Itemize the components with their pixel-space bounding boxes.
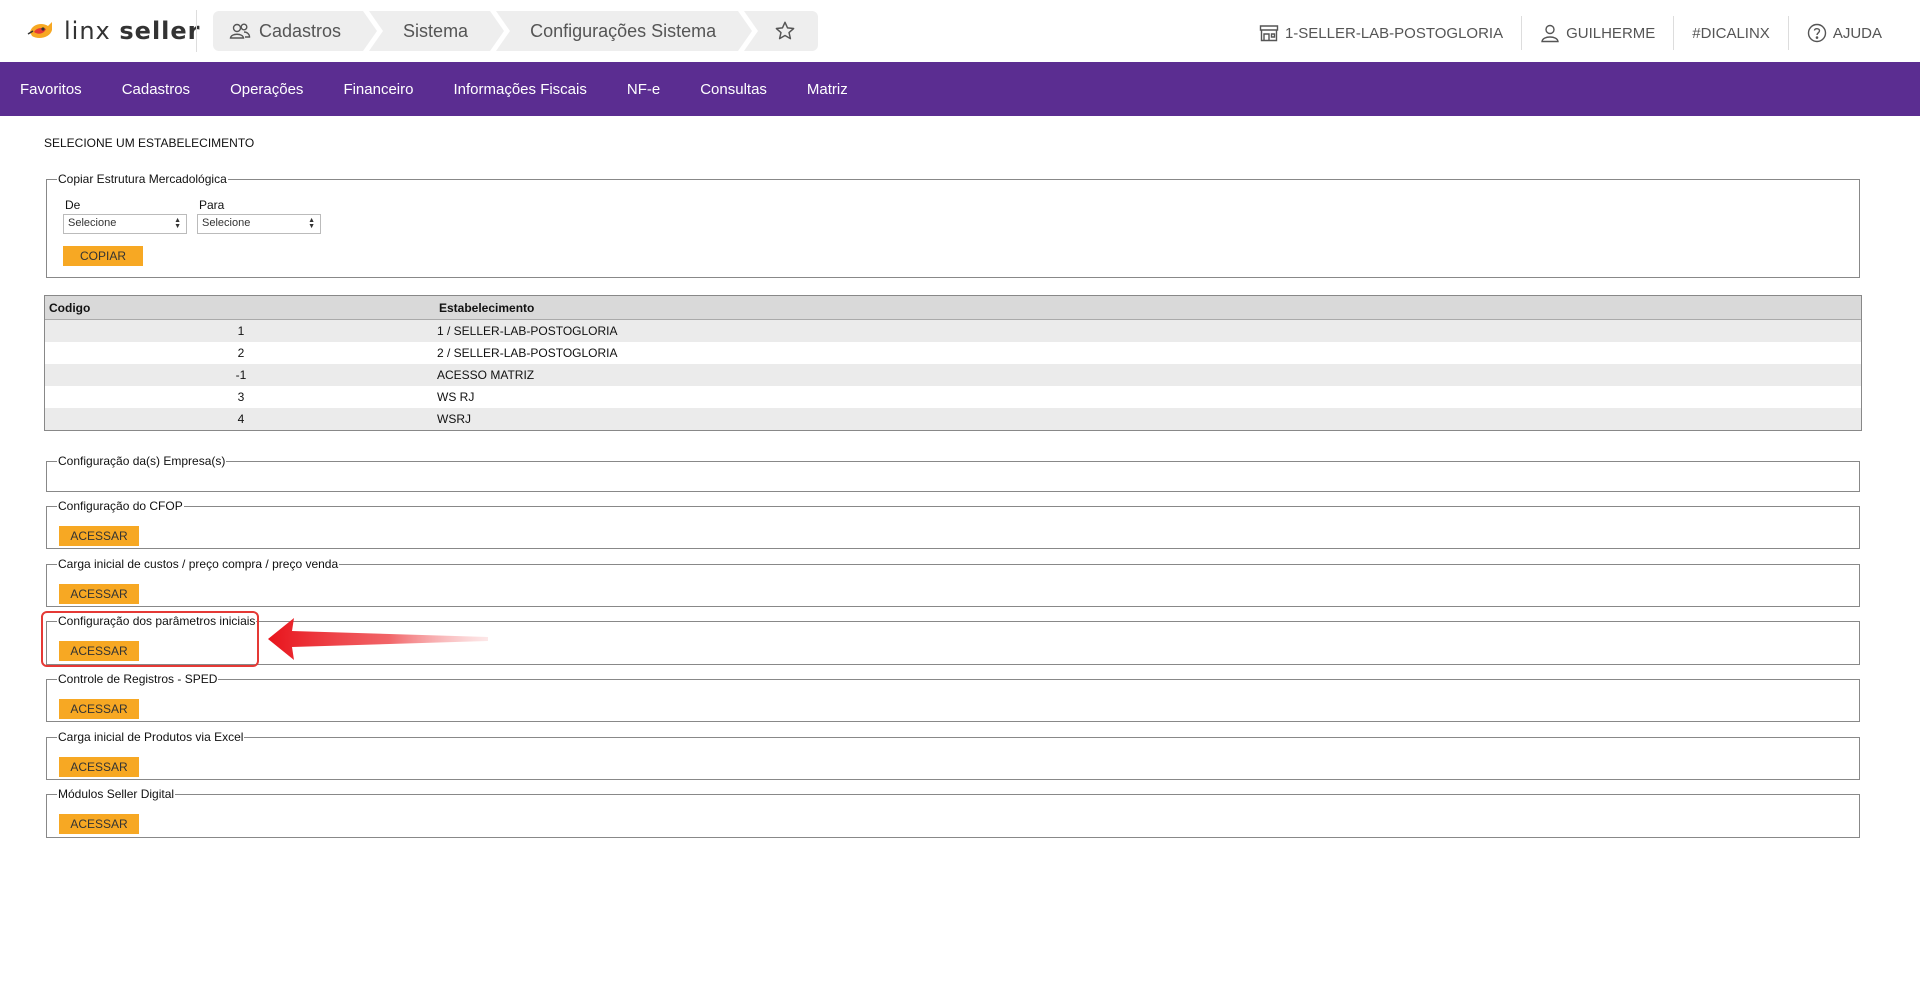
seller-digital-access-button[interactable]: ACESSAR xyxy=(59,814,139,834)
column-header-estabelecimento[interactable]: Estabelecimento xyxy=(439,301,534,315)
from-field: De Selecione ▲ ▼ xyxy=(63,198,187,234)
breadcrumb-label: Cadastros xyxy=(259,20,342,41)
cell-code: 4 xyxy=(237,412,245,426)
logo-text-bold: seller xyxy=(119,17,201,45)
select-arrows-icon: ▲ ▼ xyxy=(174,217,181,230)
table-row[interactable]: 2 2 / SELLER-LAB-POSTOGLORIA xyxy=(45,342,1861,364)
dicalinx-link[interactable]: #DICALINX xyxy=(1674,18,1788,48)
table-row[interactable]: 3 WS RJ xyxy=(45,386,1861,408)
store-icon xyxy=(1259,24,1279,42)
breadcrumb-sistema[interactable]: Sistema xyxy=(369,11,505,51)
section-legend: Carga inicial de Produtos via Excel xyxy=(58,730,244,744)
cfop-access-button[interactable]: ACESSAR xyxy=(59,526,139,546)
app-header: linx seller Cadastros Sistema Configuraç… xyxy=(0,0,1920,62)
table-header: Codigo Estabelecimento xyxy=(45,296,1861,320)
users-icon xyxy=(229,22,251,40)
logo-text: linx seller xyxy=(64,17,201,45)
cell-code: 2 xyxy=(237,346,245,360)
nav-item-nfe[interactable]: NF-e xyxy=(627,81,660,98)
cost-load-access-button[interactable]: ACESSAR xyxy=(59,584,139,604)
user-menu[interactable]: GUILHERME xyxy=(1522,18,1673,48)
table-row[interactable]: -1 ACESSO MATRIZ xyxy=(45,364,1861,386)
cell-name: WSRJ xyxy=(437,412,471,426)
annotation-highlight-box xyxy=(41,611,259,667)
excel-products-section: Carga inicial de Produtos via Excel ACES… xyxy=(46,730,1860,780)
from-select-value: Selecione xyxy=(68,217,117,229)
section-legend: Carga inicial de custos / preço compra /… xyxy=(58,557,339,571)
to-label: Para xyxy=(199,198,225,212)
nav-item-informacoes-fiscais[interactable]: Informações Fiscais xyxy=(453,81,586,98)
nav-item-consultas[interactable]: Consultas xyxy=(700,81,767,98)
section-legend: Configuração da(s) Empresa(s) xyxy=(58,454,226,468)
section-legend: Módulos Seller Digital xyxy=(58,787,175,801)
nav-item-cadastros[interactable]: Cadastros xyxy=(122,81,190,98)
copy-button[interactable]: COPIAR xyxy=(63,246,143,266)
column-header-codigo[interactable]: Codigo xyxy=(45,301,439,315)
to-field: Para Selecione ▲ ▼ xyxy=(197,198,321,234)
section-legend: Copiar Estrutura Mercadológica xyxy=(58,172,227,186)
help-label: AJUDA xyxy=(1832,24,1882,42)
cell-name: 2 / SELLER-LAB-POSTOGLORIA xyxy=(437,346,618,360)
excel-access-button[interactable]: ACESSAR xyxy=(59,757,139,777)
sped-control-section: Controle de Registros - SPED ACESSAR xyxy=(46,672,1860,722)
header-actions: 1-SELLER-LAB-POSTOGLORIA GUILHERME #DICA… xyxy=(1241,16,1900,50)
main-nav: Favoritos Cadastros Operações Financeiro… xyxy=(0,62,1920,116)
from-select[interactable]: Selecione ▲ ▼ xyxy=(63,214,187,234)
cell-code: 1 xyxy=(237,324,245,338)
annotation-arrow-icon xyxy=(268,616,490,666)
copy-fields: De Selecione ▲ ▼ Para Selecione ▲ ▼ xyxy=(63,198,331,234)
cell-code: -1 xyxy=(235,368,247,382)
user-label: GUILHERME xyxy=(1566,24,1656,42)
nav-item-favoritos[interactable]: Favoritos xyxy=(20,81,82,98)
linx-seller-logo[interactable]: linx seller xyxy=(26,16,201,46)
nav-item-operacoes[interactable]: Operações xyxy=(230,81,303,98)
breadcrumb-cadastros[interactable]: Cadastros xyxy=(213,11,378,51)
logo-icon xyxy=(26,18,56,44)
select-arrows-icon: ▲ ▼ xyxy=(308,217,315,230)
cost-load-section: Carga inicial de custos / preço compra /… xyxy=(46,557,1860,607)
table-row[interactable]: 1 1 / SELLER-LAB-POSTOGLORIA xyxy=(45,320,1861,342)
seller-digital-section: Módulos Seller Digital ACESSAR xyxy=(46,787,1860,838)
favorite-button[interactable] xyxy=(744,11,819,51)
cfop-config-section: Configuração do CFOP ACESSAR xyxy=(46,499,1860,549)
section-legend: Controle de Registros - SPED xyxy=(58,672,218,686)
dicalinx-label: #DICALINX xyxy=(1692,24,1770,42)
table-body: 1 1 / SELLER-LAB-POSTOGLORIA 2 2 / SELLE… xyxy=(45,320,1861,430)
to-select[interactable]: Selecione ▲ ▼ xyxy=(197,214,321,234)
nav-item-financeiro[interactable]: Financeiro xyxy=(343,81,413,98)
nav-item-matriz[interactable]: Matriz xyxy=(807,81,848,98)
help-link[interactable]: AJUDA xyxy=(1789,18,1900,48)
logo-text-light: linx xyxy=(64,17,111,45)
company-config-section: Configuração da(s) Empresa(s) xyxy=(46,454,1860,492)
table-row[interactable]: 4 WSRJ xyxy=(45,408,1861,430)
help-icon xyxy=(1807,23,1827,43)
header-divider xyxy=(196,10,197,52)
to-select-value: Selecione xyxy=(202,217,251,229)
cell-code: 3 xyxy=(237,390,245,404)
cell-name: 1 / SELLER-LAB-POSTOGLORIA xyxy=(437,324,618,338)
cell-name: WS RJ xyxy=(437,390,475,404)
establishment-table: Codigo Estabelecimento 1 1 / SELLER-LAB-… xyxy=(44,295,1862,431)
breadcrumb-configuracoes-sistema[interactable]: Configurações Sistema xyxy=(496,11,753,51)
copy-structure-section: Copiar Estrutura Mercadológica De Seleci… xyxy=(46,172,1860,278)
user-icon xyxy=(1540,23,1560,43)
from-label: De xyxy=(65,198,81,212)
breadcrumb: Cadastros Sistema Configurações Sistema xyxy=(213,11,819,51)
store-selector[interactable]: 1-SELLER-LAB-POSTOGLORIA xyxy=(1241,18,1521,48)
store-label: 1-SELLER-LAB-POSTOGLORIA xyxy=(1284,24,1504,42)
sped-access-button[interactable]: ACESSAR xyxy=(59,699,139,719)
breadcrumb-label: Sistema xyxy=(403,20,469,41)
breadcrumb-label: Configurações Sistema xyxy=(530,20,717,41)
section-legend: Configuração do CFOP xyxy=(58,499,183,513)
cell-name: ACESSO MATRIZ xyxy=(437,368,535,382)
page-title: SELECIONE UM ESTABELECIMENTO xyxy=(44,136,255,150)
star-icon xyxy=(774,20,796,42)
